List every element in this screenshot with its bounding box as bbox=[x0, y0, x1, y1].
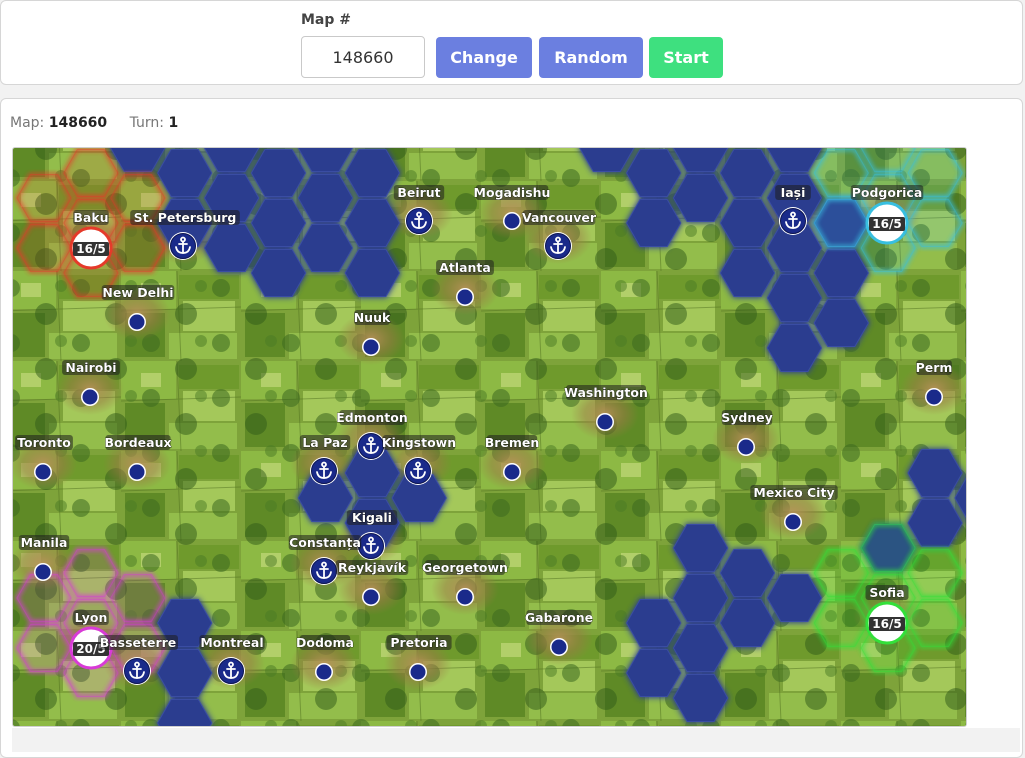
city-name: Nuuk bbox=[354, 310, 391, 325]
city-marker[interactable] bbox=[738, 439, 754, 455]
city-name: Dodoma bbox=[296, 635, 354, 650]
status-turn-value: 1 bbox=[168, 115, 179, 131]
city-marker[interactable] bbox=[504, 213, 520, 229]
city-name: St. Petersburg bbox=[134, 210, 237, 225]
change-button[interactable]: Change bbox=[436, 37, 532, 78]
city-name: Iași bbox=[781, 185, 806, 200]
city-name: Mexico City bbox=[753, 485, 834, 500]
army-count: 16/5 bbox=[872, 217, 901, 231]
map-number-input[interactable] bbox=[301, 36, 425, 78]
city-marker[interactable] bbox=[597, 414, 613, 430]
city-marker[interactable] bbox=[457, 589, 473, 605]
city-marker[interactable] bbox=[129, 314, 145, 330]
game-status: Map: 148660 Turn: 1 bbox=[10, 115, 178, 131]
city-name: La Paz bbox=[302, 435, 347, 450]
city-marker[interactable] bbox=[35, 564, 51, 580]
city-marker[interactable] bbox=[457, 289, 473, 305]
city-name: Manila bbox=[21, 535, 68, 550]
city-sofia[interactable]: Sofia 16/5 bbox=[865, 585, 909, 645]
army-count: 16/5 bbox=[76, 242, 105, 256]
city-name: Montreal bbox=[200, 635, 263, 650]
city-name: Constanța bbox=[289, 535, 361, 550]
city-name: Vancouver bbox=[522, 210, 597, 225]
status-map-value: 148660 bbox=[48, 115, 108, 131]
city-name: Atlanta bbox=[439, 260, 491, 275]
city-name: Bremen bbox=[485, 435, 540, 450]
random-button[interactable]: Random bbox=[539, 37, 643, 78]
city-name: Mogadishu bbox=[474, 185, 551, 200]
city-name: Sofia bbox=[869, 585, 904, 600]
city-marker[interactable] bbox=[785, 514, 801, 530]
city-name: Kigali bbox=[352, 510, 392, 525]
city-marker[interactable] bbox=[316, 664, 332, 680]
hex-map[interactable]: Baku 16/5 St. Petersburg Beirut Mogadishu Van… bbox=[13, 148, 967, 727]
city-name: Sydney bbox=[721, 410, 773, 425]
city-marker[interactable] bbox=[926, 389, 942, 405]
city-marker[interactable] bbox=[363, 339, 379, 355]
city-name: Toronto bbox=[17, 435, 71, 450]
city-name: Edmonton bbox=[336, 410, 407, 425]
city-name: Beirut bbox=[397, 185, 440, 200]
bottom-strip bbox=[12, 728, 1020, 752]
status-turn-key: Turn: bbox=[129, 115, 165, 131]
city-marker[interactable] bbox=[82, 389, 98, 405]
city-name: Washington bbox=[564, 385, 648, 400]
city-name: Lyon bbox=[75, 610, 108, 625]
city-name: Pretoria bbox=[390, 635, 447, 650]
start-button[interactable]: Start bbox=[649, 37, 723, 78]
status-map-key: Map: bbox=[10, 115, 45, 131]
city-marker[interactable] bbox=[551, 639, 567, 655]
army-count: 16/5 bbox=[872, 617, 901, 631]
city-name: Basseterre bbox=[100, 635, 177, 650]
game-board[interactable]: Baku 16/5 St. Petersburg Beirut Mogadishu Van… bbox=[12, 147, 967, 727]
city-marker[interactable] bbox=[504, 464, 520, 480]
city-name: Bordeaux bbox=[104, 435, 171, 450]
city-marker[interactable] bbox=[129, 464, 145, 480]
city-name: Reykjavík bbox=[338, 560, 407, 575]
city-name: Perm bbox=[916, 360, 953, 375]
city-marker[interactable] bbox=[363, 589, 379, 605]
city-name: Podgorica bbox=[852, 185, 923, 200]
city-name: Nairobi bbox=[65, 360, 116, 375]
city-name: Baku bbox=[73, 210, 108, 225]
city-name: Kingstown bbox=[382, 435, 456, 450]
city-marker[interactable] bbox=[410, 664, 426, 680]
city-name: Georgetown bbox=[422, 560, 508, 575]
city-baku[interactable]: Baku 16/5 bbox=[69, 210, 113, 270]
city-marker[interactable] bbox=[35, 464, 51, 480]
map-number-label: Map # bbox=[301, 12, 352, 28]
city-name: Gabarone bbox=[525, 610, 593, 625]
city-name: New Delhi bbox=[102, 285, 173, 300]
